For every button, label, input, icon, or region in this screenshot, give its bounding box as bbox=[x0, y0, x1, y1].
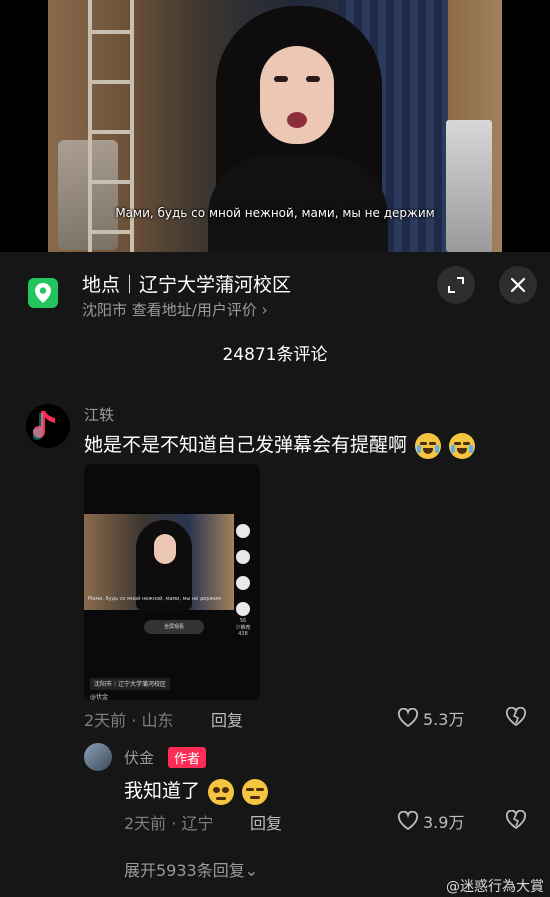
reply-button[interactable]: 回复 bbox=[211, 707, 243, 731]
close-icon bbox=[510, 277, 526, 293]
music-note-icon bbox=[33, 411, 55, 440]
reply-text-content: 我知道了 bbox=[124, 780, 201, 802]
location-title[interactable]: 地点｜辽宁大学蒲河校区 bbox=[82, 270, 291, 297]
reply-username[interactable]: 伏金 bbox=[124, 747, 154, 768]
dislike-icon[interactable] bbox=[505, 810, 527, 830]
map-pin-icon bbox=[28, 278, 58, 308]
comment-count: 24871条评论 bbox=[222, 345, 328, 365]
location-subtitle-link[interactable]: 沈阳市 查看地址/用户评价 › bbox=[82, 299, 268, 320]
smirk-emoji-icon bbox=[242, 778, 269, 805]
comment-text: 她是不是不知道自己发弹幕会有提醒啊 bbox=[84, 430, 476, 459]
avatar[interactable] bbox=[84, 743, 112, 771]
thumbnail-subtitle: Мами, будь со мной нежной, мами, мы не д… bbox=[88, 596, 222, 602]
expand-button[interactable] bbox=[437, 266, 475, 304]
avatar[interactable] bbox=[26, 404, 70, 448]
video-subtitle: Мами, будь со мной нежной, мами, мы не д… bbox=[115, 206, 435, 220]
thumbnail-user: @伏金 bbox=[90, 694, 109, 700]
reply-time-location: 2天前 · 辽宁 bbox=[124, 814, 214, 833]
watermark: @迷惑行為大賞 bbox=[446, 879, 544, 895]
heart-icon bbox=[397, 708, 419, 728]
crying-laughing-emoji-icon bbox=[415, 432, 442, 459]
reply-text: 我知道了 bbox=[124, 776, 269, 805]
reply-button[interactable]: 回复 bbox=[250, 810, 282, 834]
crying-laughing-emoji-icon bbox=[449, 432, 476, 459]
comment-time-location: 2天前 · 山东 bbox=[84, 711, 174, 730]
thumbnail-rail-label: 少推荐 bbox=[235, 625, 251, 631]
comment-username[interactable]: 江轶 bbox=[84, 404, 114, 425]
comment-text-content: 她是不是不知道自己发弹幕会有提醒啊 bbox=[84, 434, 408, 456]
expand-icon bbox=[448, 277, 464, 293]
thumbnail-action-rail: 56 少推荐 438 bbox=[232, 524, 254, 637]
background-shelf-right bbox=[446, 120, 492, 252]
like-count: 5.3万 bbox=[423, 710, 465, 729]
like-button[interactable]: 3.9万 bbox=[397, 809, 464, 833]
heart-icon bbox=[397, 811, 419, 831]
like-count: 3.9万 bbox=[423, 813, 465, 832]
thumbnail-button: 全屏观看 bbox=[144, 620, 204, 634]
comment-image-thumbnail[interactable]: Мами, будь со мной нежной, мами, мы не д… bbox=[84, 464, 260, 700]
close-button[interactable] bbox=[499, 266, 537, 304]
dislike-icon[interactable] bbox=[505, 707, 527, 727]
expand-replies-button[interactable]: 展开5933条回复⌄ bbox=[124, 857, 258, 881]
thumbnail-rail-count: 438 bbox=[238, 631, 248, 637]
flushed-emoji-icon bbox=[208, 778, 235, 805]
video-frame: Мами, будь со мной нежной, мами, мы не д… bbox=[48, 0, 502, 252]
author-badge: 作者 bbox=[168, 747, 207, 768]
like-button[interactable]: 5.3万 bbox=[397, 706, 464, 730]
thumbnail-location: 沈阳市｜辽宁大学蒲河校区 bbox=[90, 678, 171, 690]
video-player[interactable]: Мами, будь со мной нежной, мами, мы не д… bbox=[0, 0, 550, 252]
